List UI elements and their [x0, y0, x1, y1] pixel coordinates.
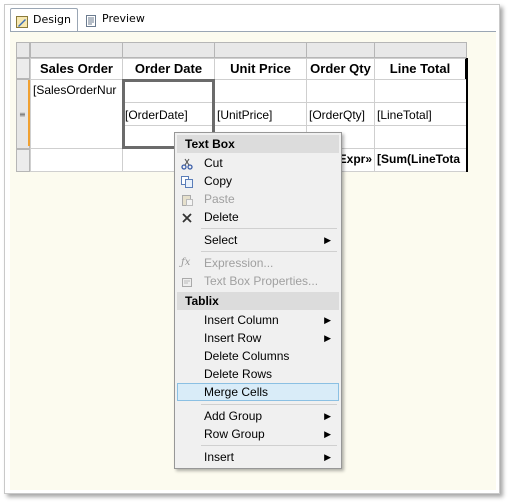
submenu-arrow-icon: ▶ — [324, 411, 331, 421]
menu-item-insert[interactable]: Insert ▶ — [177, 448, 339, 466]
menu-item-label: Add Group — [204, 409, 263, 423]
menu-item-cut[interactable]: Cut — [177, 154, 339, 172]
delete-icon — [181, 211, 193, 223]
context-menu: Text Box Cut Copy Paste Delete Select ▶ … — [174, 132, 342, 469]
header-cell[interactable]: Line Total — [374, 58, 467, 80]
tablix-right-border — [466, 58, 468, 172]
menu-item-label: Expression... — [204, 256, 274, 270]
corner-handle[interactable] — [16, 42, 30, 58]
menu-item-label: Insert Row — [204, 331, 262, 345]
menu-item-merge-cells[interactable]: Merge Cells — [177, 383, 339, 401]
design-icon — [16, 14, 28, 28]
menu-item-delete[interactable]: Delete — [177, 208, 339, 226]
menu-item-textbox-properties[interactable]: Text Box Properties... — [177, 272, 339, 290]
column-handle[interactable] — [374, 42, 467, 58]
submenu-arrow-icon: ▶ — [324, 235, 331, 245]
column-handle[interactable] — [30, 42, 123, 58]
menu-item-label: Text Box Properties... — [204, 274, 319, 288]
menu-separator — [201, 404, 337, 405]
menu-item-label: Insert — [204, 450, 235, 464]
menu-item-delete-columns[interactable]: Delete Columns — [177, 347, 339, 365]
menu-item-insert-column[interactable]: Insert Column ▶ — [177, 311, 339, 329]
menu-separator — [201, 445, 337, 446]
data-cell[interactable]: [LineTotal] — [374, 102, 467, 126]
tab-design-label: Design — [33, 13, 71, 26]
submenu-arrow-icon: ▶ — [324, 333, 331, 343]
menu-separator — [201, 228, 337, 229]
menu-item-label: Row Group — [204, 427, 265, 441]
cut-icon — [181, 157, 193, 170]
menu-item-delete-rows[interactable]: Delete Rows — [177, 365, 339, 383]
menu-item-paste[interactable]: Paste — [177, 190, 339, 208]
header-cell[interactable]: Sales Order — [30, 58, 123, 80]
footer-cell[interactable] — [30, 148, 123, 172]
menu-item-label: Copy — [204, 174, 233, 188]
menu-item-label: Delete Columns — [204, 349, 290, 363]
submenu-arrow-icon: ▶ — [324, 452, 331, 462]
column-handle[interactable] — [122, 42, 215, 58]
menu-section-tablix: Tablix — [177, 292, 339, 310]
menu-item-label: Cut — [204, 156, 223, 170]
row-handle[interactable] — [16, 58, 30, 79]
menu-item-label: Merge Cells — [204, 385, 269, 399]
menu-item-insert-row[interactable]: Insert Row ▶ — [177, 329, 339, 347]
menu-section-textbox: Text Box — [177, 135, 339, 153]
row-handle[interactable] — [16, 149, 30, 172]
paste-icon — [181, 193, 193, 206]
column-handle[interactable] — [214, 42, 307, 58]
header-cell[interactable]: Order Date — [122, 58, 215, 80]
fx-icon: ƒx — [181, 257, 191, 268]
grip-icon: ≡ — [19, 110, 26, 119]
menu-item-row-group[interactable]: Row Group ▶ — [177, 425, 339, 443]
data-cell[interactable] — [306, 79, 375, 103]
data-cell[interactable]: [UnitPrice] — [214, 102, 307, 126]
data-cell[interactable] — [214, 79, 307, 103]
menu-item-label: Delete Rows — [204, 367, 273, 381]
tab-preview[interactable]: Preview — [80, 8, 145, 30]
tab-preview-label: Preview — [102, 12, 145, 25]
menu-item-copy[interactable]: Copy — [177, 172, 339, 190]
header-cell[interactable]: Order Qty — [306, 58, 375, 80]
data-cell[interactable] — [374, 79, 467, 103]
menu-item-add-group[interactable]: Add Group ▶ — [177, 407, 339, 425]
preview-icon — [85, 13, 97, 27]
menu-item-expression[interactable]: ƒx Expression... — [177, 254, 339, 272]
menu-item-select[interactable]: Select ▶ — [177, 231, 339, 249]
copy-icon — [181, 175, 193, 188]
group-cell[interactable]: [SalesOrderNur — [30, 79, 123, 149]
menu-item-label: Insert Column — [204, 313, 279, 327]
column-handle[interactable] — [306, 42, 375, 58]
tab-design[interactable]: Design — [10, 8, 78, 31]
data-cell[interactable] — [374, 125, 467, 149]
submenu-arrow-icon: ▶ — [324, 315, 331, 325]
properties-icon — [181, 275, 193, 287]
submenu-arrow-icon: ▶ — [324, 429, 331, 439]
menu-item-label: Paste — [204, 192, 235, 206]
data-cell[interactable]: [OrderQty] — [306, 102, 375, 126]
menu-item-label: Delete — [204, 210, 239, 224]
header-cell[interactable]: Unit Price — [214, 58, 307, 80]
menu-separator — [201, 251, 337, 252]
menu-item-label: Select — [204, 233, 238, 247]
footer-cell[interactable]: [Sum(LineTota — [374, 148, 467, 172]
